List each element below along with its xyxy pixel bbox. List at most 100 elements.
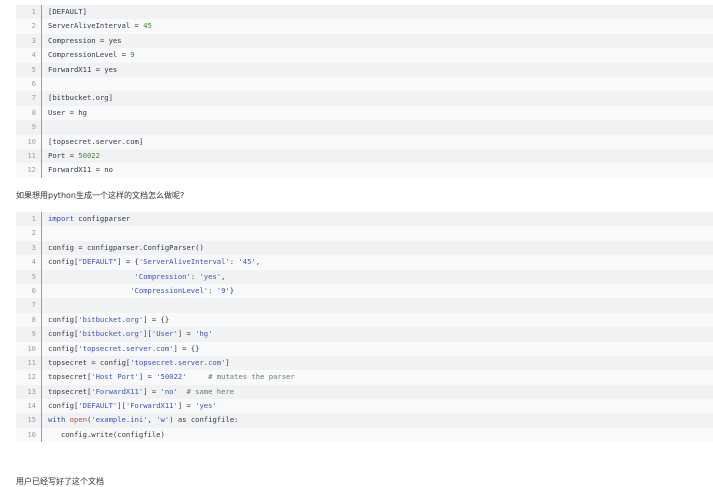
line-number: 16 (16, 427, 42, 443)
line-number: 7 (16, 298, 42, 313)
code-line: 6 'CompressionLevel': '9'} (16, 283, 713, 299)
code-token: ForwardX11 = no (48, 165, 113, 175)
code-token: '9' (216, 285, 230, 295)
code-token: config[ (48, 343, 79, 353)
code-token: ] = {} (143, 314, 170, 324)
code-token: 'CompressionLevel' (130, 285, 209, 295)
line-number: 1 (16, 5, 42, 20)
code-token: , (255, 257, 261, 267)
code-line: 11 topsecret = config['topsecret.server.c… (16, 355, 713, 371)
line-number: 4 (16, 255, 42, 270)
line-number: 4 (16, 48, 42, 63)
code-line: 5 ForwardX11 = yes (16, 62, 713, 77)
line-number: 5 (16, 269, 42, 284)
code-text: [DEFAULT] (42, 5, 87, 19)
code-line: 4 CompressionLevel = 9 (16, 48, 713, 63)
code-token: ] = (177, 329, 196, 339)
line-number: 2 (16, 226, 42, 241)
line-number: 3 (16, 33, 42, 49)
line-number: 11 (16, 355, 42, 371)
code-token: , (221, 271, 226, 281)
code-token: ] = (143, 386, 161, 396)
code-text: ServerAliveInterval = 45 (42, 19, 152, 33)
code-token: ] = (138, 372, 157, 382)
code-text: ForwardX11 = no (42, 163, 113, 177)
code-line: 10 config['topsecret.server.com'] = {} (16, 341, 713, 356)
code-text: topsecret = config['topsecret.server.com… (42, 356, 230, 370)
code-token: 'Compression' (134, 271, 191, 281)
code-token: # same here (186, 386, 235, 396)
code-token: 'topsecret.server.com' (78, 343, 174, 353)
code-line: 10 [topsecret.server.com] (16, 134, 713, 149)
code-token: 50022 (78, 150, 100, 160)
line-number: 8 (16, 312, 42, 328)
code-token: config[ (48, 257, 79, 267)
code-text: User = hg (42, 106, 87, 120)
line-number: 12 (16, 370, 42, 385)
line-number: 10 (16, 341, 42, 356)
code-token: [bitbucket.org] (48, 93, 113, 103)
code-line: 13 topsecret['ForwardX11'] = 'no' # same … (16, 384, 713, 400)
line-number: 2 (16, 19, 42, 34)
code-token: : (208, 285, 217, 295)
code-text: with open('example.ini', 'w') as configf… (42, 413, 238, 427)
code-token: '45' (238, 257, 256, 267)
code-text: config['bitbucket.org']['User'] = 'hg' (42, 327, 212, 341)
code-token: 'ServerAliveInterval' (138, 257, 230, 267)
code-token: 'topsecret.server.com' (130, 357, 226, 367)
code-token: [DEFAULT] (48, 7, 87, 16)
code-token: ] (225, 357, 230, 367)
code-line: 4 config["DEFAULT"] = {'ServerAliveInterv… (16, 255, 713, 270)
code-line: 7 [bitbucket.org] (16, 91, 713, 106)
line-number: 8 (16, 105, 42, 121)
code-token: topsecret = config[ (48, 357, 131, 367)
line-number: 6 (16, 76, 42, 92)
code-token: 'example.ini' (91, 415, 148, 425)
code-token: "DEFAULT" (78, 257, 118, 267)
line-number: 12 (16, 163, 42, 178)
code-text: topsecret['ForwardX11'] = 'no' # same he… (42, 385, 234, 399)
line-number: 14 (16, 399, 42, 414)
code-token: 'w' (156, 415, 170, 425)
code-line: 9 (16, 120, 713, 135)
code-token: config = configparser.ConfigParser() (48, 242, 204, 252)
code-line: 3 Compression = yes (16, 33, 713, 49)
code-token: 'bitbucket.org' (78, 329, 144, 339)
code-token: CompressionLevel = (48, 50, 131, 60)
code-token: configparser (73, 214, 131, 223)
code-token: config[ (48, 314, 79, 324)
code-text: 'CompressionLevel': '9'} (42, 284, 234, 298)
line-number: 5 (16, 62, 42, 77)
code-line: 5 'Compression': 'yes', (16, 269, 713, 284)
line-number: 15 (16, 413, 42, 428)
code-token: [topsecret.server.com] (48, 136, 144, 146)
code-token: Compression = yes (48, 35, 122, 45)
code-text: config = configparser.ConfigParser() (42, 241, 204, 255)
code-token: 'yes' (195, 401, 217, 411)
code-token: Port = (48, 150, 79, 160)
code-text: 'Compression': 'yes', (42, 270, 226, 284)
code-token: 9 (130, 50, 135, 60)
code-token: 45 (143, 21, 152, 31)
code-line: 11 Port = 50022 (16, 148, 713, 164)
ini-code-block: 1 [DEFAULT] 2 ServerAliveInterval = 45 3 Comp… (16, 5, 713, 178)
line-number: 11 (16, 148, 42, 164)
code-token: 'hg' (195, 329, 213, 339)
python-code-block: 1 import configparser 2 3 config = configpar… (16, 212, 713, 443)
code-text: ForwardX11 = yes (42, 63, 117, 77)
code-line: 14 config['DEFAULT']['ForwardX11'] = 'yes… (16, 399, 713, 414)
code-token: with (48, 415, 66, 425)
line-number: 7 (16, 91, 42, 106)
code-line: 2 ServerAliveInterval = 45 (16, 19, 713, 34)
code-line: 6 (16, 76, 713, 92)
code-token: config[ (48, 401, 79, 411)
code-text: Compression = yes (42, 34, 122, 48)
code-text: CompressionLevel = 9 (42, 48, 135, 62)
code-token: config.write(configfile) (48, 429, 165, 439)
code-text: [bitbucket.org] (42, 91, 113, 105)
code-token: 'yes' (199, 271, 222, 281)
code-text: config["DEFAULT"] = {'ServerAliveInterva… (42, 255, 260, 269)
